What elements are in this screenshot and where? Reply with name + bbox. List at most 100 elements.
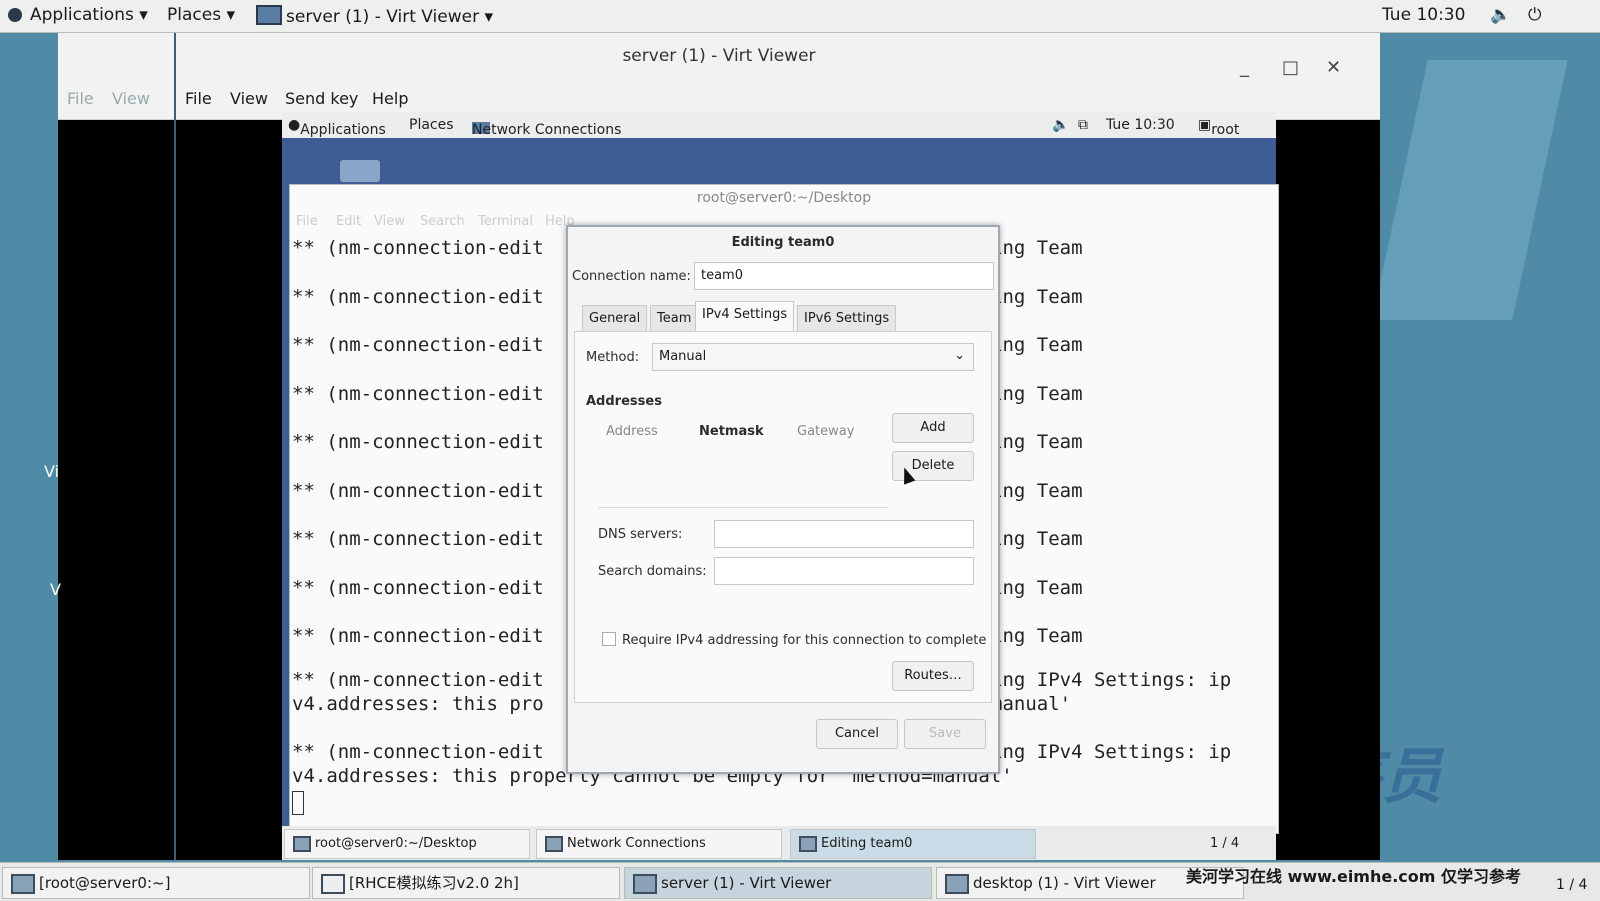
require-ipv4-checkbox[interactable] [602,632,616,646]
folder-icon [340,160,380,182]
power-icon[interactable]: ⏻ [1528,5,1541,25]
host-applications-menu[interactable]: Applications ▾ [8,5,148,25]
window-title: server (1) - Virt Viewer [622,46,816,66]
guest-workspace-pager[interactable]: 1 / 4 [1210,836,1239,851]
guest-volume-icon[interactable]: 🔈 [1052,117,1069,133]
method-dropdown[interactable]: Manual ⌄ [652,343,974,371]
window-titlebar: server (1) - Virt Viewer _ □ ✕ [58,33,1380,79]
add-button[interactable]: Add [892,413,974,443]
tab-ipv6-settings[interactable]: IPv6 Settings [797,305,897,332]
require-ipv4-label: Require IPv4 addressing for this connect… [622,633,987,648]
guest-applications-menu[interactable]: ● Applications [288,117,386,138]
side-letter: Vi [44,462,60,481]
terminal-line: v4.addresses: this pro [292,693,544,715]
search-domains-field[interactable] [714,557,974,585]
terminal-menu-search[interactable]: Search [420,214,465,229]
host-task-rhce[interactable]: [RHCE模拟练习v2.0 2h] [312,867,620,899]
monitor-icon [633,874,657,894]
side-letter: V [50,580,61,599]
cancel-button[interactable]: Cancel [816,719,898,749]
terminal-line-tail: ing IPv4 Settings: ip [991,669,1232,691]
guest-task-editing-team0[interactable]: Editing team0 [790,829,1036,859]
routes-button[interactable]: Routes… [892,661,974,691]
terminal-menu-terminal[interactable]: Terminal [478,214,533,229]
terminal-line-tail: ing Team [991,479,1083,502]
host-active-window-menu[interactable]: server (1) - Virt Viewer ▾ [256,5,493,27]
ghost-menu-file: File [67,89,94,108]
terminal-icon [293,836,311,852]
host-task-terminal[interactable]: [root@server0:~] [2,867,310,899]
terminal-line-tail: ing Team [991,528,1083,550]
chevron-down-icon: ⌄ [954,348,965,363]
dns-servers-field[interactable] [714,520,974,548]
terminal-line-tail: ing Team [991,382,1083,405]
column-gateway[interactable]: Gateway [797,424,854,439]
terminal-cursor [292,791,304,815]
tab-general[interactable]: General [582,305,648,332]
terminal-line: ** (nm-connection-edit [292,237,544,259]
editing-dialog: Editing team0 Connection name: team0 Gen… [566,225,1000,774]
network-icon [545,836,563,852]
terminal-line-tail: ing Team [991,431,1083,453]
network-icon [799,836,817,852]
host-workspace-pager[interactable]: 1 / 4 [1556,877,1587,893]
terminal-line-tail: ing Team [991,334,1083,356]
terminal-line-tail: ing Team [991,237,1083,259]
tab-team[interactable]: Team [650,305,699,332]
host-places-menu[interactable]: Places ▾ [167,5,235,25]
terminal-line: ** (nm-connection-edit [292,625,544,647]
terminal-line: ** (nm-connection-edit [292,528,544,550]
column-netmask[interactable]: Netmask [699,424,764,439]
wallpaper-stripe [1372,60,1568,320]
guest-taskbar: root@server0:~/Desktop Network Connectio… [282,826,1276,860]
dialog-title: Editing team0 [731,235,835,250]
site-watermark: 美河学习在线 www.eimhe.com 仅学习参考 [1186,867,1522,886]
monitor-icon [256,5,282,25]
connection-name-field[interactable]: team0 [694,262,994,290]
connection-name-label: Connection name: [572,269,691,284]
guest-task-network-connections[interactable]: Network Connections [536,829,782,859]
terminal-line: ** (nm-connection-edit [292,285,544,308]
terminal-line: ** (nm-connection-edit [292,576,544,599]
guest-clock[interactable]: Tue 10:30 [1106,117,1175,133]
dns-servers-label: DNS servers: [598,527,683,542]
guest-user-menu[interactable]: ▣ root [1198,117,1239,138]
terminal-line-tail: manual' [991,693,1072,715]
terminal-menu-file[interactable]: File [296,214,318,229]
menu-send-key[interactable]: Send key [285,89,358,108]
terminal-line: ** (nm-connection-edit [292,431,544,453]
save-button[interactable]: Save [904,719,986,749]
column-address[interactable]: Address [606,424,658,439]
terminal-menu-view[interactable]: View [374,214,405,229]
menu-help[interactable]: Help [372,89,408,108]
document-icon [321,874,345,894]
terminal-line-tail: ing IPv4 Settings: ip [991,741,1232,763]
fedora-icon [8,8,22,22]
search-domains-label: Search domains: [598,564,707,579]
terminal-menu-edit[interactable]: Edit [336,214,361,229]
terminal-icon [11,874,35,894]
guest-task-terminal[interactable]: root@server0:~/Desktop [284,829,530,859]
guest-network-status-icon[interactable]: ⧉ [1078,117,1088,133]
host-taskbar: [root@server0:~] [RHCE模拟练习v2.0 2h] serve… [0,862,1600,901]
terminal-line: ** (nm-connection-edit [292,382,544,405]
menu-file[interactable]: File [185,89,212,108]
addresses-table[interactable] [598,441,888,508]
terminal-line-tail: ing Team [991,625,1083,647]
guest-top-panel: ● Applications Places Network Connection… [282,112,1276,138]
terminal-line-tail: ing Team [991,576,1083,599]
monitor-icon [945,874,969,894]
terminal-line: ** (nm-connection-edit [292,741,544,763]
terminal-line-tail: ing Team [991,285,1083,308]
menu-view[interactable]: View [230,89,268,108]
tab-ipv4-settings[interactable]: IPv4 Settings [695,301,795,333]
terminal-line: ** (nm-connection-edit [292,669,544,691]
host-top-panel: Applications ▾ Places ▾ server (1) - Vir… [0,0,1600,33]
terminal-line: ** (nm-connection-edit [292,334,544,356]
ghost-menu-view: View [112,89,150,108]
host-clock[interactable]: Tue 10:30 [1382,5,1465,25]
addresses-heading: Addresses [586,394,662,409]
guest-places-menu[interactable]: Places [409,117,454,133]
volume-icon[interactable]: 🔈 [1490,5,1511,25]
host-task-server-viewer[interactable]: server (1) - Virt Viewer [624,867,932,899]
